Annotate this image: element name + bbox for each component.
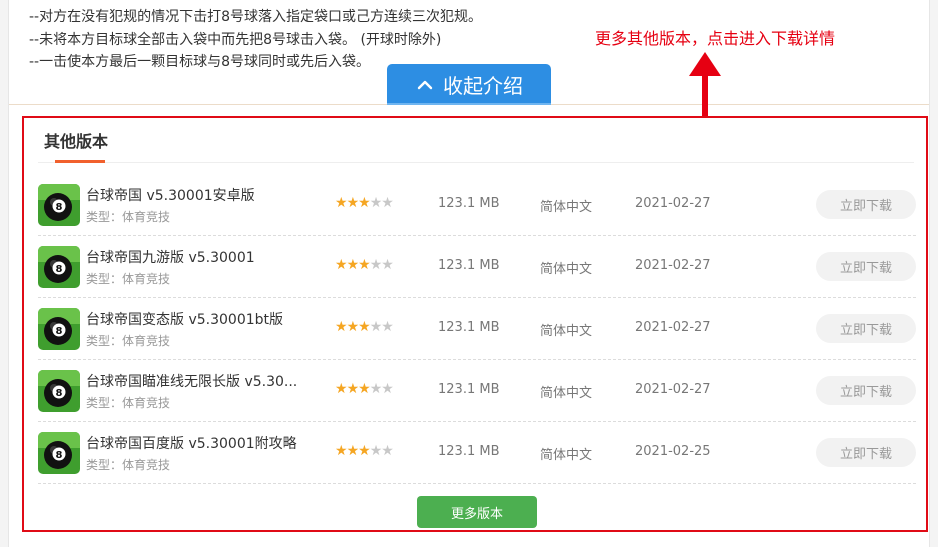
rating-stars: ★★★★★ <box>335 195 394 211</box>
star-icon: ★ <box>381 443 394 459</box>
svg-text:8: 8 <box>56 202 63 213</box>
star-icon: ★ <box>381 319 394 335</box>
download-button[interactable]: 立即下载 <box>816 252 916 281</box>
billiard-8-ball-app-icon[interactable]: 8 <box>38 184 80 226</box>
svg-text:8: 8 <box>56 326 63 337</box>
star-icon: ★ <box>335 443 348 459</box>
star-icon: ★ <box>381 381 394 397</box>
version-size: 123.1 MB <box>438 258 500 273</box>
star-icon: ★ <box>346 257 360 273</box>
star-icon: ★ <box>381 257 394 273</box>
version-name[interactable]: 台球帝国变态版 v5.30001bt版 <box>86 309 283 329</box>
star-icon: ★ <box>335 257 348 273</box>
version-date: 2021-02-27 <box>635 320 711 335</box>
list-item[interactable]: 8 台球帝国九游版 v5.30001 类型：体育竞技 ★★★★★ 123.1 M… <box>38 236 916 298</box>
svg-text:8: 8 <box>56 450 63 461</box>
chevron-up-icon <box>417 80 433 89</box>
version-date: 2021-02-27 <box>635 382 711 397</box>
red-arrow-up-icon <box>689 52 721 122</box>
annotation-text: 更多其他版本，点击进入下载详情 <box>595 29 836 48</box>
list-item[interactable]: 8 台球帝国变态版 v5.30001bt版 类型：体育竞技 ★★★★★ 123.… <box>38 298 916 360</box>
star-icon: ★ <box>369 381 383 397</box>
star-icon: ★ <box>358 319 371 335</box>
version-size: 123.1 MB <box>438 196 500 211</box>
version-name[interactable]: 台球帝国 v5.30001安卓版 <box>86 185 255 205</box>
collapse-intro-label: 收起介绍 <box>443 74 523 98</box>
star-icon: ★ <box>335 319 348 335</box>
rating-stars: ★★★★★ <box>335 381 394 397</box>
version-name[interactable]: 台球帝国百度版 v5.30001附攻略 <box>86 433 297 453</box>
version-type: 类型：体育竞技 <box>86 272 171 286</box>
version-name[interactable]: 台球帝国九游版 v5.30001 <box>86 247 255 267</box>
page: --对方在没有犯规的情况下击打8号球落入指定袋口或己方连续三次犯规。 --未将本… <box>8 0 930 547</box>
version-language: 简体中文 <box>540 448 593 463</box>
version-type: 类型：体育竞技 <box>86 334 171 348</box>
version-language: 简体中文 <box>540 386 593 401</box>
version-date: 2021-02-27 <box>635 196 711 211</box>
other-versions-panel: 其他版本 8 台球帝国 v5.30001安卓版 类型：体育竞技 ★★★★★ 12… <box>22 116 928 532</box>
version-language: 简体中文 <box>540 262 593 277</box>
version-type: 类型：体育竞技 <box>86 396 171 410</box>
more-versions-button[interactable]: 更多版本 <box>417 496 537 528</box>
star-icon: ★ <box>346 443 360 459</box>
rule-line: --未将本方目标球全部击入袋中而先把8号球击入袋。 (开球时除外) <box>29 31 442 48</box>
download-button[interactable]: 立即下载 <box>816 314 916 343</box>
star-icon: ★ <box>369 319 383 335</box>
version-list: 8 台球帝国 v5.30001安卓版 类型：体育竞技 ★★★★★ 123.1 M… <box>38 174 916 484</box>
version-type: 类型：体育竞技 <box>86 458 171 472</box>
version-size: 123.1 MB <box>438 444 500 459</box>
list-item[interactable]: 8 台球帝国 v5.30001安卓版 类型：体育竞技 ★★★★★ 123.1 M… <box>38 174 916 236</box>
billiard-8-ball-app-icon[interactable]: 8 <box>38 432 80 474</box>
star-icon: ★ <box>335 381 348 397</box>
version-size: 123.1 MB <box>438 382 500 397</box>
version-name[interactable]: 台球帝国瞄准线无限长版 v5.30... <box>86 371 297 391</box>
star-icon: ★ <box>346 195 360 211</box>
star-icon: ★ <box>381 195 394 211</box>
list-item[interactable]: 8 台球帝国百度版 v5.30001附攻略 类型：体育竞技 ★★★★★ 123.… <box>38 422 916 484</box>
star-icon: ★ <box>369 443 383 459</box>
title-underline <box>55 160 105 163</box>
title-divider <box>38 162 914 163</box>
download-button[interactable]: 立即下载 <box>816 438 916 467</box>
other-versions-title: 其他版本 <box>44 132 109 151</box>
star-icon: ★ <box>358 381 371 397</box>
version-type: 类型：体育竞技 <box>86 210 171 224</box>
list-item[interactable]: 8 台球帝国瞄准线无限长版 v5.30... 类型：体育竞技 ★★★★★ 123… <box>38 360 916 422</box>
billiard-8-ball-app-icon[interactable]: 8 <box>38 370 80 412</box>
svg-text:8: 8 <box>56 264 63 275</box>
version-size: 123.1 MB <box>438 320 500 335</box>
version-language: 简体中文 <box>540 324 593 339</box>
download-button[interactable]: 立即下载 <box>816 376 916 405</box>
rating-stars: ★★★★★ <box>335 319 394 335</box>
rule-line: --对方在没有犯规的情况下击打8号球落入指定袋口或己方连续三次犯规。 <box>29 9 483 25</box>
svg-text:8: 8 <box>56 388 63 399</box>
star-icon: ★ <box>346 319 360 335</box>
version-date: 2021-02-27 <box>635 258 711 273</box>
rating-stars: ★★★★★ <box>335 257 394 273</box>
star-icon: ★ <box>358 443 371 459</box>
star-icon: ★ <box>369 195 383 211</box>
rating-stars: ★★★★★ <box>335 443 394 459</box>
download-button[interactable]: 立即下载 <box>816 190 916 219</box>
billiard-8-ball-app-icon[interactable]: 8 <box>38 308 80 350</box>
billiard-8-ball-app-icon[interactable]: 8 <box>38 246 80 288</box>
star-icon: ★ <box>358 195 371 211</box>
star-icon: ★ <box>358 257 371 273</box>
star-icon: ★ <box>335 195 348 211</box>
star-icon: ★ <box>369 257 383 273</box>
version-language: 简体中文 <box>540 200 593 215</box>
collapse-intro-button[interactable]: 收起介绍 <box>387 64 551 105</box>
star-icon: ★ <box>346 381 360 397</box>
version-date: 2021-02-25 <box>635 444 711 459</box>
